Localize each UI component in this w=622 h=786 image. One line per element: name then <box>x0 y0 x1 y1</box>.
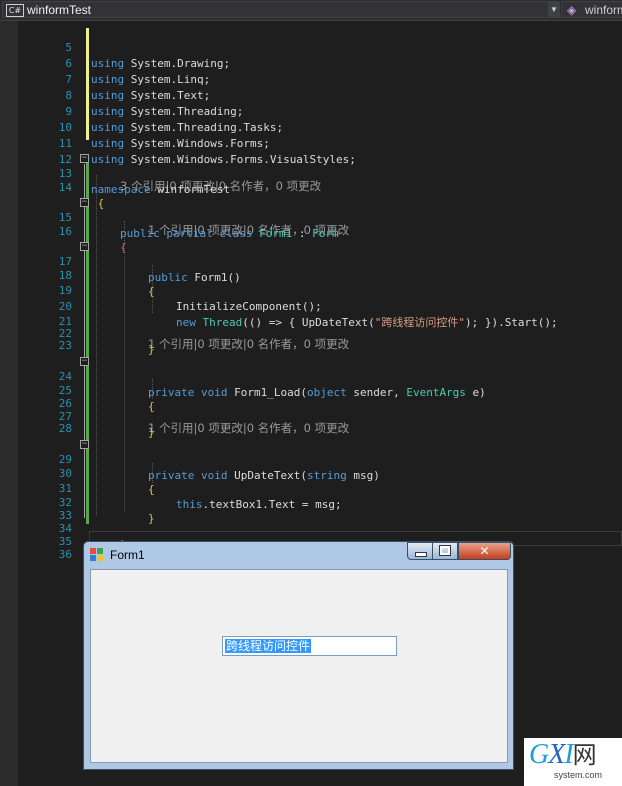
code-line[interactable]: 11 using System.Windows.Forms.VisualStyl… <box>0 120 622 166</box>
collapse-icon[interactable]: − <box>80 440 89 449</box>
minimize-icon <box>415 552 427 557</box>
collapse-icon[interactable]: − <box>80 154 89 163</box>
code-line[interactable]: 8 using System.Threading; <box>0 72 622 118</box>
code-line[interactable]: 18 { <box>0 252 622 298</box>
close-button[interactable]: ✕ <box>458 542 511 560</box>
text-box-1[interactable]: 跨线程访问控件 <box>222 636 397 656</box>
code-line[interactable]: 10 using System.Windows.Forms; <box>0 104 622 150</box>
dropdown-arrow-icon[interactable]: ▼ <box>548 2 560 18</box>
form-app-icon <box>90 548 103 561</box>
code-line[interactable]: 6 using System.Linq; <box>0 40 622 86</box>
csharp-file-icon: C# <box>6 4 24 17</box>
code-line[interactable]: 20 new Thread(() => { UpDateText("跨线程访问控… <box>0 283 622 329</box>
project-dropdown[interactable]: C# winformTest ▼ <box>2 1 560 18</box>
code-line[interactable]: 30 { <box>0 450 622 496</box>
collapse-icon[interactable]: − <box>80 198 89 207</box>
code-line[interactable]: 5 using System.Drawing; <box>0 24 622 70</box>
line-number: 23 <box>58 339 72 352</box>
line-number: 36 <box>58 548 72 561</box>
maximize-icon <box>439 545 451 556</box>
code-line[interactable]: 7 using System.Text; <box>0 56 622 102</box>
collapse-icon[interactable]: − <box>80 357 89 366</box>
line-number: 28 <box>58 422 72 435</box>
member-dropdown[interactable]: ◈ winform <box>561 1 622 18</box>
codelens-update-text[interactable]: 1 个引用|0 项更改|0 名作者，0 项更改 <box>148 420 349 436</box>
code-line[interactable]: 16 { <box>0 208 622 254</box>
close-icon: ✕ <box>479 544 490 558</box>
code-line[interactable]: 23 <box>0 322 622 352</box>
site-watermark: GXI网 system.com <box>524 738 622 786</box>
codelens-form1-load[interactable]: 1 个引用|0 项更改|0 名作者，0 项更改 <box>148 336 349 352</box>
watermark-logo: GXI网 <box>529 739 597 770</box>
class-icon: ◈ <box>567 3 577 17</box>
editor-navigation-bar: C# winformTest ▼ ◈ winform <box>0 0 622 21</box>
collapse-icon[interactable]: − <box>80 242 89 251</box>
maximize-button[interactable] <box>432 542 458 560</box>
minimize-button[interactable] <box>407 542 433 560</box>
member-dropdown-label: winform <box>585 3 622 17</box>
watermark-site: system.com <box>554 770 603 780</box>
form-client-area <box>90 569 508 763</box>
form-title: Form1 <box>110 548 145 562</box>
code-line[interactable]: 28 <box>0 405 622 435</box>
project-dropdown-label: winformTest <box>27 3 92 17</box>
text-box-selected-text: 跨线程访问控件 <box>225 639 312 653</box>
code-line[interactable]: 9 using System.Threading.Tasks; <box>0 88 622 134</box>
code-line[interactable]: 19 InitializeComponent(); <box>0 267 622 313</box>
code-line[interactable]: 14 { <box>0 164 622 210</box>
